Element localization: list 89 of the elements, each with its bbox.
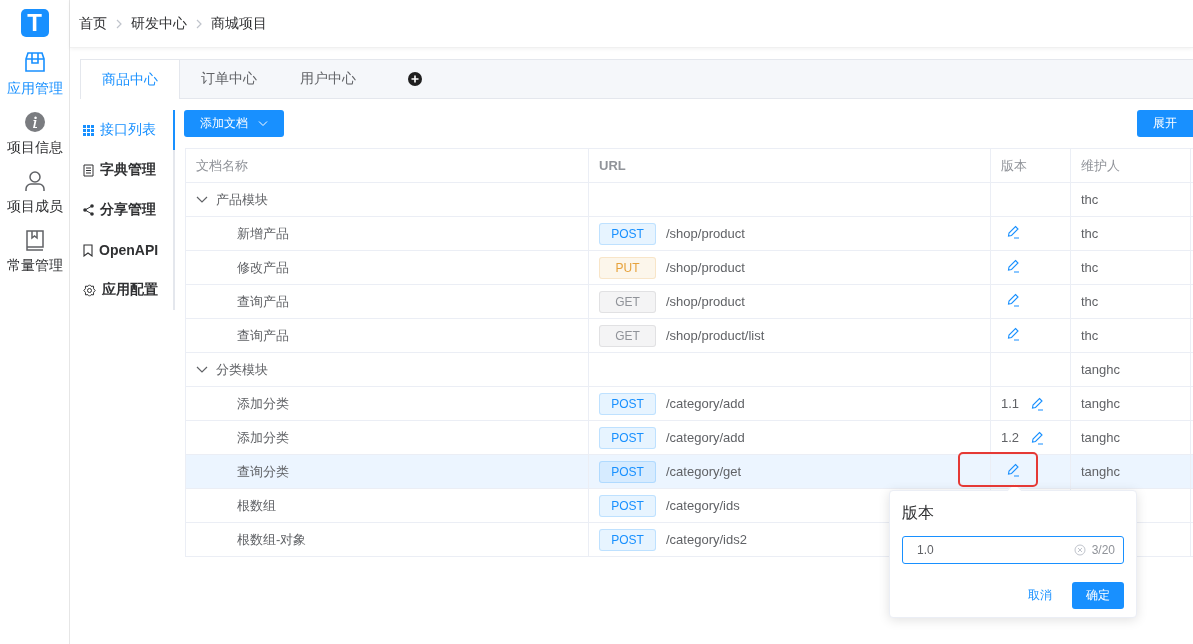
- nav-item[interactable]: 项目信息: [0, 111, 69, 157]
- maintainer-name: thc: [1081, 192, 1099, 207]
- column-header: URL: [588, 148, 991, 183]
- nav-label: 项目成员: [6, 198, 63, 216]
- maintainer-name: thc: [1081, 260, 1099, 275]
- url-text: /shop/product: [666, 259, 745, 275]
- document-name[interactable]: 新增产品: [237, 225, 289, 241]
- method-tag: POST: [599, 460, 656, 483]
- document-name[interactable]: 根数组: [237, 497, 276, 513]
- character-counter: 3/20: [1091, 543, 1115, 557]
- method-tag: GET: [599, 290, 656, 313]
- tab[interactable]: 商品中心: [81, 60, 180, 99]
- pencil-icon[interactable]: [1031, 396, 1045, 411]
- version-input[interactable]: 1.0 3/20: [902, 536, 1124, 564]
- clear-icon[interactable]: [1073, 544, 1086, 556]
- maintainer-name: thc: [1081, 226, 1099, 241]
- breadcrumb-link[interactable]: 首页: [79, 14, 107, 33]
- menu-item[interactable]: OpenAPI: [80, 230, 175, 270]
- group-name: 分类模块: [216, 360, 268, 379]
- bookmark-icon: [83, 243, 93, 257]
- book-icon: [23, 229, 46, 251]
- cancel-button[interactable]: 取消: [1022, 586, 1058, 605]
- app-logo: T: [20, 9, 49, 37]
- version-text: 1.1: [1001, 396, 1020, 411]
- breadcrumb-link[interactable]: 商城项目: [211, 14, 267, 33]
- menu-item[interactable]: 应用配置: [80, 270, 175, 310]
- url-text: /category/get: [666, 463, 742, 479]
- document-name[interactable]: 查询产品: [237, 327, 289, 343]
- gear-icon: [83, 283, 96, 297]
- document-name[interactable]: 根数组-对象: [237, 531, 307, 547]
- pencil-icon[interactable]: [1007, 259, 1020, 273]
- share-icon: [83, 204, 94, 216]
- popover-title: 版本: [902, 503, 935, 523]
- pencil-icon[interactable]: [1007, 327, 1020, 341]
- caret-icon: [258, 120, 268, 127]
- column-header: 版本: [990, 148, 1071, 183]
- document-icon: [83, 163, 94, 177]
- tab[interactable]: 订单中心: [180, 60, 279, 98]
- chevron-icon: [115, 18, 123, 29]
- document-name[interactable]: 修改产品: [237, 259, 289, 275]
- document-name[interactable]: 添加分类: [237, 429, 289, 445]
- pencil-icon[interactable]: [1007, 293, 1020, 307]
- document-name[interactable]: 查询分类: [237, 463, 289, 479]
- url-text: /shop/product: [666, 293, 745, 309]
- pencil-icon[interactable]: [1031, 430, 1045, 445]
- url-text: /category/ids: [666, 497, 740, 513]
- person-icon: [23, 170, 46, 192]
- nav-item[interactable]: 应用管理: [0, 50, 69, 98]
- pencil-icon[interactable]: [1007, 463, 1020, 477]
- method-tag: POST: [599, 426, 656, 449]
- breadcrumb-link[interactable]: 研发中心: [131, 14, 187, 33]
- method-tag: GET: [599, 324, 656, 347]
- method-tag: POST: [599, 392, 656, 415]
- maintainer-name: thc: [1081, 328, 1099, 343]
- url-text: /shop/product: [666, 225, 745, 241]
- method-tag: POST: [599, 528, 656, 551]
- method-tag: PUT: [599, 256, 656, 279]
- maintainer-name: thc: [1081, 294, 1099, 309]
- info-icon: [23, 111, 46, 133]
- maintainer-name: tanghc: [1081, 464, 1121, 479]
- url-text: /category/add: [666, 395, 745, 411]
- nav-label: 应用管理: [6, 80, 63, 98]
- document-name[interactable]: 查询产品: [237, 293, 289, 309]
- menu-item[interactable]: 接口列表: [80, 110, 175, 150]
- document-name[interactable]: 添加分类: [237, 395, 289, 411]
- nav-label: 项目信息: [6, 139, 63, 157]
- method-tag: POST: [599, 494, 656, 517]
- grid-icon: [83, 124, 94, 136]
- pencil-icon[interactable]: [1007, 225, 1020, 239]
- tab[interactable]: 用户中心: [279, 60, 378, 98]
- maintainer-name: tanghc: [1081, 430, 1121, 445]
- add-tab-icon[interactable]: [408, 72, 422, 86]
- url-text: /category/ids2: [666, 531, 747, 547]
- nav-item[interactable]: 常量管理: [0, 229, 69, 275]
- nav-label: 常量管理: [6, 257, 63, 275]
- group-name: 产品模块: [216, 190, 268, 209]
- chevron-icon: [195, 18, 203, 29]
- nav-item[interactable]: 项目成员: [0, 170, 69, 216]
- column-header: 维护人: [1070, 148, 1191, 183]
- method-tag: POST: [599, 222, 656, 245]
- url-text: /category/add: [666, 429, 745, 445]
- box-icon: [22, 50, 47, 74]
- maintainer-name: tanghc: [1081, 362, 1121, 377]
- url-text: /shop/product/list: [666, 327, 765, 343]
- column-header: 文档名称: [185, 148, 589, 183]
- menu-item[interactable]: 分享管理: [80, 190, 175, 230]
- menu-item[interactable]: 字典管理: [80, 150, 175, 190]
- version-text: 1.2: [1001, 430, 1020, 445]
- maintainer-name: tanghc: [1081, 396, 1121, 411]
